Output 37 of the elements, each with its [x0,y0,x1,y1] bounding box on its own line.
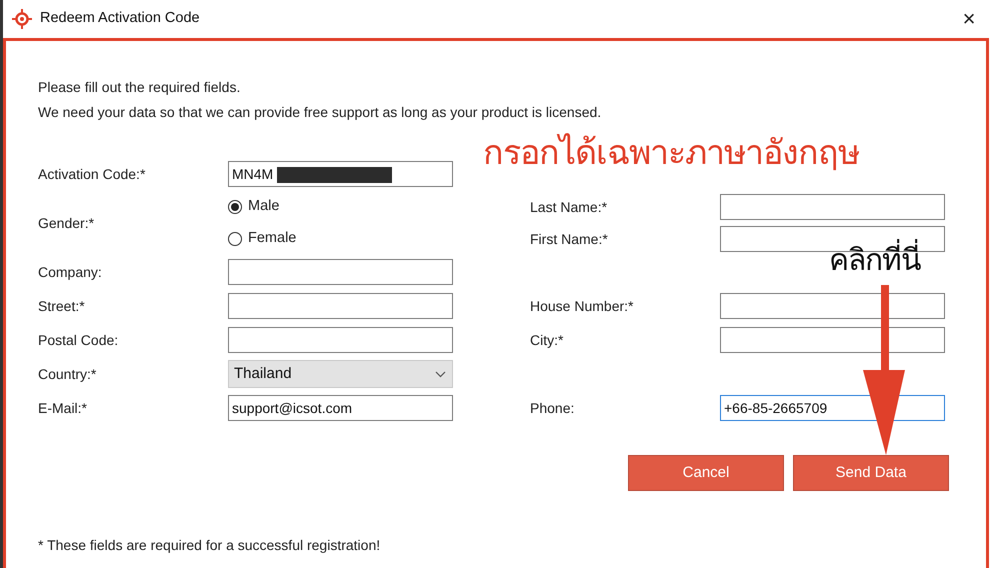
radio-button[interactable] [228,200,242,214]
input-field[interactable]: +66-85-2665709 [720,395,945,421]
send-button[interactable]: Send Data [793,455,949,491]
input-field[interactable] [720,194,945,220]
chevron-down-icon [435,370,446,378]
instruction-text: We need your data so that we can provide free support as long as your product is licensed. [38,103,602,122]
field-label: Postal Code: [38,330,120,350]
field-label: Activation Code:* [38,164,146,184]
field-label: House Number:* [530,296,634,316]
input-field[interactable]: support@icsot.com [228,395,453,421]
field-label: Company: [38,262,103,282]
field-label: E-Mail:* [38,398,88,418]
field-label: First Name:* [530,230,609,248]
footnote: * These fields are required for a successful registration! [38,536,380,555]
cancel-button[interactable]: Cancel [628,455,784,491]
field-label: Gender:* [38,214,96,232]
input-field[interactable] [720,293,945,319]
country-dropdown[interactable]: Thailand [228,360,453,388]
input-field[interactable] [228,293,453,319]
radio-button[interactable] [228,232,242,246]
instruction-text: Please fill out the required fields. [38,78,242,97]
window-title: Redeem Activation Code [40,9,200,28]
app-logo-icon [12,9,32,29]
radio-option[interactable]: Male [228,191,453,223]
annotation-text: กรอกได้เฉพาะภาษาอังกฤษ [483,133,859,174]
input-field[interactable] [720,327,945,353]
close-button[interactable]: × [947,0,991,38]
option-label: Female [248,229,296,248]
radio-option[interactable]: Female [228,223,453,255]
input-field[interactable] [228,259,453,285]
field-label: Country:* [38,364,98,384]
field-label: City:* [530,330,564,350]
field-label: Phone: [530,398,576,418]
field-label: Last Name:* [530,198,608,216]
input-field[interactable] [228,327,453,353]
field-label: Street:* [38,296,86,316]
option-label: Male [248,197,280,216]
